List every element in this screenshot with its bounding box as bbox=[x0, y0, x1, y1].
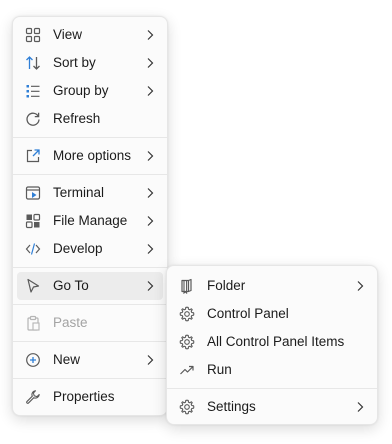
menu-item-go-to[interactable]: Go To bbox=[17, 272, 163, 300]
menu-separator bbox=[167, 388, 377, 389]
submenu-item-settings[interactable]: Settings bbox=[171, 393, 373, 421]
sort-arrows-icon bbox=[25, 55, 41, 71]
submenu-item-label: Run bbox=[207, 362, 232, 377]
menu-item-label: Sort by bbox=[53, 55, 96, 70]
terminal-icon bbox=[25, 185, 41, 201]
trend-arrow-icon bbox=[179, 362, 195, 378]
chevron-right-icon bbox=[143, 56, 157, 70]
submenu-item-label: Folder bbox=[207, 278, 246, 293]
open-external-icon bbox=[25, 148, 41, 164]
menu-item-sort-by[interactable]: Sort by bbox=[17, 49, 163, 77]
menu-item-label: File Manage bbox=[53, 213, 128, 228]
menu-item-label: Paste bbox=[53, 315, 88, 330]
submenu-item-label: Control Panel bbox=[207, 306, 289, 321]
menu-item-label: View bbox=[53, 27, 83, 42]
menu-item-refresh[interactable]: Refresh bbox=[17, 105, 163, 133]
menu-item-new[interactable]: New bbox=[17, 346, 163, 374]
menu-item-more-options[interactable]: More options bbox=[17, 142, 163, 170]
group-list-icon bbox=[25, 83, 41, 99]
menu-item-label: Terminal bbox=[53, 185, 105, 200]
menu-item-label: Refresh bbox=[53, 111, 101, 126]
wrench-icon bbox=[25, 389, 41, 405]
plus-circle-icon bbox=[25, 352, 41, 368]
pointer-arrow-icon bbox=[25, 278, 41, 294]
file-manage-icon bbox=[25, 213, 41, 229]
menu-item-properties[interactable]: Properties bbox=[17, 383, 163, 411]
submenu-item-all-control-panel-items[interactable]: All Control Panel Items bbox=[171, 328, 373, 356]
gear-icon bbox=[179, 334, 195, 350]
menu-item-develop[interactable]: Develop bbox=[17, 235, 163, 263]
submenu-item-run[interactable]: Run bbox=[171, 356, 373, 384]
menu-separator bbox=[13, 267, 167, 268]
menu-item-label: Group by bbox=[53, 83, 109, 98]
menu-item-label: More options bbox=[53, 148, 132, 163]
menu-item-view[interactable]: View bbox=[17, 21, 163, 49]
chevron-right-icon bbox=[143, 84, 157, 98]
menu-separator bbox=[13, 174, 167, 175]
menu-item-label: Go To bbox=[53, 278, 89, 293]
submenu-item-control-panel[interactable]: Control Panel bbox=[171, 300, 373, 328]
chevron-right-icon bbox=[143, 149, 157, 163]
chevron-right-icon bbox=[143, 186, 157, 200]
code-icon bbox=[25, 241, 41, 257]
go-to-submenu: Folder Control Panel All Control Panel I… bbox=[166, 265, 378, 425]
menu-separator bbox=[13, 137, 167, 138]
menu-item-terminal[interactable]: Terminal bbox=[17, 179, 163, 207]
chevron-right-icon bbox=[143, 279, 157, 293]
menu-item-group-by[interactable]: Group by bbox=[17, 77, 163, 105]
chevron-right-icon bbox=[143, 242, 157, 256]
chevron-right-icon bbox=[353, 279, 367, 293]
submenu-item-label: All Control Panel Items bbox=[207, 334, 345, 349]
chevron-right-icon bbox=[353, 400, 367, 414]
gear-icon bbox=[179, 306, 195, 322]
chevron-right-icon bbox=[143, 214, 157, 228]
chevron-right-icon bbox=[143, 28, 157, 42]
menu-item-file-manage[interactable]: File Manage bbox=[17, 207, 163, 235]
context-menu: View Sort by Group by Refresh More optio… bbox=[12, 16, 168, 416]
menu-item-label: New bbox=[53, 352, 81, 367]
menu-separator bbox=[13, 304, 167, 305]
clipboard-icon bbox=[25, 315, 41, 331]
menu-item-paste: Paste bbox=[17, 309, 163, 337]
menu-item-label: Develop bbox=[53, 241, 103, 256]
gear-icon bbox=[179, 399, 195, 415]
bookmark-folder-icon bbox=[179, 278, 195, 294]
menu-separator bbox=[13, 378, 167, 379]
submenu-item-folder[interactable]: Folder bbox=[171, 272, 373, 300]
menu-item-label: Properties bbox=[53, 389, 115, 404]
refresh-icon bbox=[25, 111, 41, 127]
submenu-item-label: Settings bbox=[207, 399, 256, 414]
menu-separator bbox=[13, 341, 167, 342]
chevron-right-icon bbox=[143, 353, 157, 367]
grid-view-icon bbox=[25, 27, 41, 43]
